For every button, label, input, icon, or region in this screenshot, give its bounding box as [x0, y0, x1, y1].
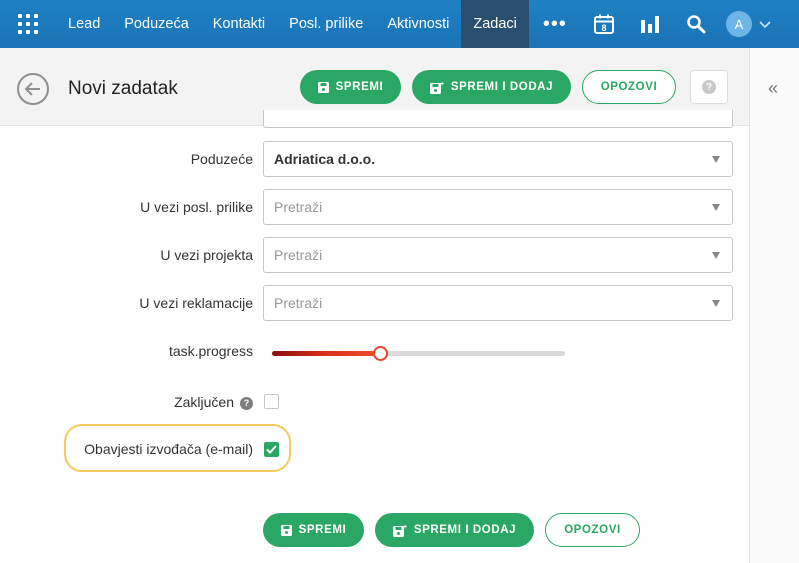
cancel-button[interactable]: OPOZOVI	[582, 70, 676, 104]
footer-cancel-button[interactable]: OPOZOVI	[545, 513, 640, 547]
opportunity-label: U vezi posl. prilike	[140, 199, 253, 215]
nav-item-aktivnosti[interactable]: Aktivnosti	[375, 0, 461, 48]
floppy-plus-icon: +	[429, 81, 444, 94]
caret-down-icon	[712, 204, 720, 211]
floppy-icon	[317, 81, 329, 93]
help-icon: ?	[702, 80, 716, 94]
save-button[interactable]: SPREMI	[300, 70, 401, 104]
collapse-icon[interactable]: «	[768, 78, 778, 99]
more-icon[interactable]: •••	[529, 0, 581, 48]
chevron-down-icon[interactable]	[758, 17, 772, 31]
project-placeholder: Pretraži	[274, 247, 323, 263]
nav-item-zadaci[interactable]: Zadaci	[461, 0, 529, 48]
question-icon[interactable]: ?	[240, 396, 253, 410]
checkmark-icon	[266, 445, 277, 454]
progress-fill	[272, 351, 381, 356]
footer-save-label: SPREMI	[298, 524, 347, 536]
project-label: U vezi projekta	[160, 247, 253, 263]
side-panel: «	[749, 48, 799, 563]
avatar[interactable]: A	[725, 11, 752, 37]
top-navigation: Lead Poduzeća Kontakti Posl. prilike Akt…	[0, 0, 799, 48]
help-button[interactable]: ?	[690, 70, 728, 104]
svg-text:+: +	[403, 524, 407, 531]
company-select[interactable]: Adriatica d.o.o.	[263, 141, 733, 177]
nav-item-posl-prilike[interactable]: Posl. prilike	[277, 0, 375, 48]
completed-label: Zaključen	[174, 394, 234, 410]
opportunity-placeholder: Pretraži	[274, 199, 323, 215]
previous-field[interactable]	[263, 110, 733, 128]
footer-save-button[interactable]: SPREMI	[263, 513, 364, 547]
search-icon[interactable]	[673, 0, 719, 48]
caret-down-icon	[712, 252, 720, 259]
nav-item-poduzeca[interactable]: Poduzeća	[112, 0, 201, 48]
caret-down-icon	[712, 156, 720, 163]
footer-save-and-add-button[interactable]: + SPREMI I DODAJ	[375, 513, 534, 547]
project-select[interactable]: Pretraži	[263, 237, 733, 273]
page-title: Novi zadatak	[68, 78, 178, 99]
nav-item-lead[interactable]: Lead	[56, 0, 112, 48]
back-button[interactable]	[17, 73, 49, 105]
notify-checkbox[interactable]	[264, 442, 279, 457]
progress-label: task.progress	[168, 343, 253, 359]
complaint-placeholder: Pretraži	[274, 295, 323, 311]
save-button-label: SPREMI	[335, 81, 384, 93]
completed-checkbox[interactable]	[264, 394, 279, 409]
caret-down-icon	[712, 300, 720, 307]
progress-slider[interactable]	[272, 346, 565, 361]
svg-text:+: +	[440, 81, 444, 88]
footer-save-and-add-label: SPREMI I DODAJ	[413, 524, 517, 536]
calendar-day: 8	[601, 23, 606, 33]
complaint-label: U vezi reklamacije	[139, 295, 253, 311]
company-label: Poduzeće	[190, 151, 253, 167]
reports-icon[interactable]	[627, 0, 673, 48]
opportunity-select[interactable]: Pretraži	[263, 189, 733, 225]
nav-item-kontakti[interactable]: Kontakti	[201, 0, 277, 48]
completed-label-row: Zaključen?	[174, 394, 253, 410]
save-and-add-button[interactable]: + SPREMI I DODAJ	[412, 70, 571, 104]
user-menu[interactable]: A	[719, 0, 779, 48]
apps-grid-icon[interactable]	[0, 0, 56, 48]
floppy-plus-icon: +	[392, 524, 407, 537]
progress-thumb[interactable]	[373, 346, 389, 361]
floppy-icon	[280, 524, 292, 536]
notify-label: Obavjesti izvođača (e-mail)	[84, 441, 253, 457]
complaint-select[interactable]: Pretraži	[263, 285, 733, 321]
arrow-left-icon	[24, 82, 40, 96]
save-and-add-label: SPREMI I DODAJ	[450, 81, 554, 93]
company-value: Adriatica d.o.o.	[274, 151, 376, 167]
calendar-icon[interactable]: 8	[581, 0, 627, 48]
